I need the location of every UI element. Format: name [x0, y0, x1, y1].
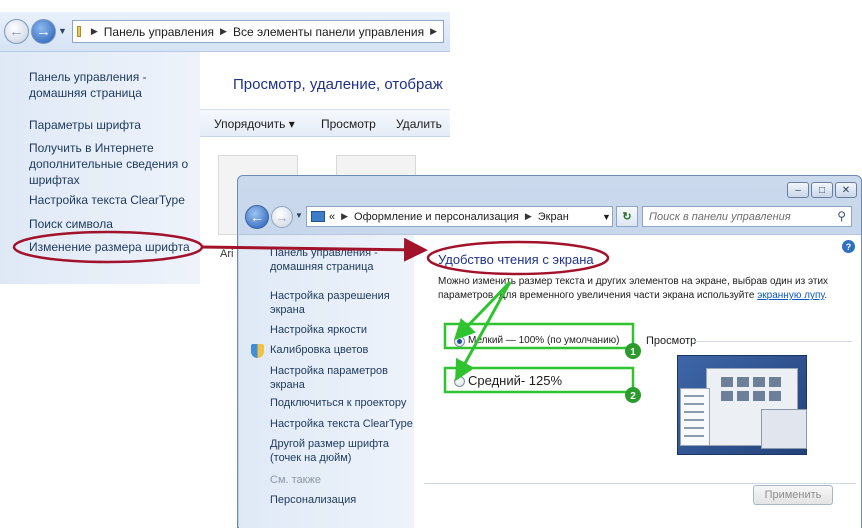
- divider: [424, 483, 856, 484]
- preview-image: [677, 355, 807, 455]
- sidebar: Панель управления - домашняя страница Па…: [0, 52, 200, 284]
- preview-label: Просмотр: [646, 335, 697, 347]
- refresh-button[interactable]: ↻: [616, 206, 638, 227]
- sidebar-item-personalization[interactable]: Персонализация: [270, 493, 356, 507]
- shield-icon: [251, 344, 264, 358]
- page-title: Удобство чтения с экрана: [438, 252, 594, 267]
- sidebar-item-home[interactable]: Панель управления - домашняя страница: [29, 69, 169, 101]
- sidebar-item-home[interactable]: Панель управления - домашняя страница: [270, 246, 390, 274]
- display-main-pane: ? Удобство чтения с экрана Можно изменит…: [414, 234, 861, 528]
- navigation-bar: ← → ▼ ▶ Панель управления ▶ Все элементы…: [0, 12, 450, 52]
- medium-size-radio[interactable]: [454, 376, 465, 387]
- font-item-label[interactable]: Ari: [220, 248, 233, 260]
- maximize-button[interactable]: □: [811, 182, 833, 198]
- breadcrumb-separator-icon[interactable]: ▶: [341, 211, 348, 222]
- minimize-button[interactable]: –: [787, 182, 809, 198]
- sidebar-item-projector[interactable]: Подключиться к проектору: [270, 396, 406, 410]
- organize-button[interactable]: Упорядочить ▾: [214, 117, 295, 131]
- sidebar-item-screen-resolution[interactable]: Настройка разрешения экрана: [270, 289, 395, 317]
- description-end: .: [824, 290, 828, 301]
- display-icon: [311, 211, 325, 222]
- address-bar[interactable]: ▶ Панель управления ▶ Все элементы панел…: [72, 20, 444, 43]
- recent-pages-dropdown-icon[interactable]: ▼: [58, 26, 67, 36]
- preview-window: [706, 368, 807, 449]
- breadcrumb-separator-icon[interactable]: ▶: [525, 211, 532, 222]
- sidebar-item-brightness[interactable]: Настройка яркости: [270, 323, 367, 337]
- sidebar-item-cleartype[interactable]: Настройка текста ClearType: [270, 417, 413, 431]
- page-description: Можно изменить размер текста и других эл…: [438, 275, 853, 303]
- back-button[interactable]: ←: [4, 19, 29, 44]
- sidebar-item-custom-dpi[interactable]: Другой размер шрифта (точек на дюйм): [270, 437, 395, 465]
- apply-button[interactable]: Применить: [753, 485, 833, 505]
- folder-icon: [77, 26, 81, 37]
- breadcrumb-display[interactable]: Экран: [538, 211, 569, 223]
- magnifier-link[interactable]: экранную лупу: [757, 290, 824, 301]
- sidebar-item-change-font-size[interactable]: Изменение размера шрифта: [29, 239, 190, 255]
- divider: [694, 341, 852, 342]
- sidebar: Панель управления - домашняя страница На…: [239, 234, 414, 528]
- search-input[interactable]: Поиск в панели управления ⚲: [642, 206, 852, 227]
- display-control-panel-window: – □ ✕ ← → ▼ « ▶ Оформление и персонализа…: [237, 175, 862, 528]
- breadcrumb-separator-icon[interactable]: ▶: [220, 26, 227, 37]
- close-button[interactable]: ✕: [835, 182, 857, 198]
- medium-size-label[interactable]: Средний- 125%: [468, 373, 562, 388]
- search-placeholder: Поиск в панели управления: [649, 210, 791, 223]
- sidebar-item-color-calibration[interactable]: Калибровка цветов: [270, 343, 368, 357]
- sidebar-item-font-settings[interactable]: Параметры шрифта: [29, 117, 141, 133]
- small-size-label[interactable]: Мелкий — 100% (по умолчанию): [468, 335, 619, 346]
- forward-button[interactable]: →: [31, 19, 56, 44]
- command-bar: Упорядочить ▾ Просмотр Удалить: [200, 109, 450, 137]
- breadcrumb-overflow[interactable]: «: [329, 211, 335, 223]
- breadcrumb-separator-icon[interactable]: ▶: [430, 26, 437, 37]
- breadcrumb-control-panel[interactable]: Панель управления: [104, 25, 214, 39]
- sidebar-item-online-fonts-info[interactable]: Получить в Интернете дополнительные свед…: [29, 140, 194, 188]
- breadcrumb-all-items[interactable]: Все элементы панели управления: [233, 25, 424, 39]
- navigation-bar: ← → ▼ « ▶ Оформление и персонализация ▶ …: [238, 204, 861, 234]
- address-bar[interactable]: « ▶ Оформление и персонализация ▶ Экран: [306, 206, 613, 227]
- sidebar-item-display-settings[interactable]: Настройка параметров экрана: [270, 364, 390, 392]
- sidebar-item-character-map[interactable]: Поиск символа: [29, 216, 113, 232]
- back-button[interactable]: ←: [245, 205, 269, 229]
- delete-button[interactable]: Удалить: [396, 117, 442, 131]
- recent-pages-dropdown-icon[interactable]: ▼: [295, 211, 303, 220]
- small-size-radio[interactable]: [454, 336, 465, 347]
- sidebar-item-cleartype[interactable]: Настройка текста ClearType: [29, 192, 185, 208]
- breadcrumb-appearance[interactable]: Оформление и персонализация: [354, 211, 519, 223]
- search-icon[interactable]: ⚲: [837, 209, 846, 223]
- see-also-heading: См. также: [270, 474, 321, 486]
- view-button[interactable]: Просмотр: [321, 117, 376, 131]
- breadcrumb-separator-icon[interactable]: ▶: [91, 26, 98, 37]
- window-controls: – □ ✕: [787, 182, 857, 198]
- help-icon[interactable]: ?: [842, 240, 855, 253]
- address-dropdown-icon[interactable]: ▼: [602, 212, 611, 222]
- preview-list: [680, 388, 710, 446]
- forward-button[interactable]: →: [271, 206, 293, 228]
- page-heading: Просмотр, удаление, отображ: [233, 76, 443, 93]
